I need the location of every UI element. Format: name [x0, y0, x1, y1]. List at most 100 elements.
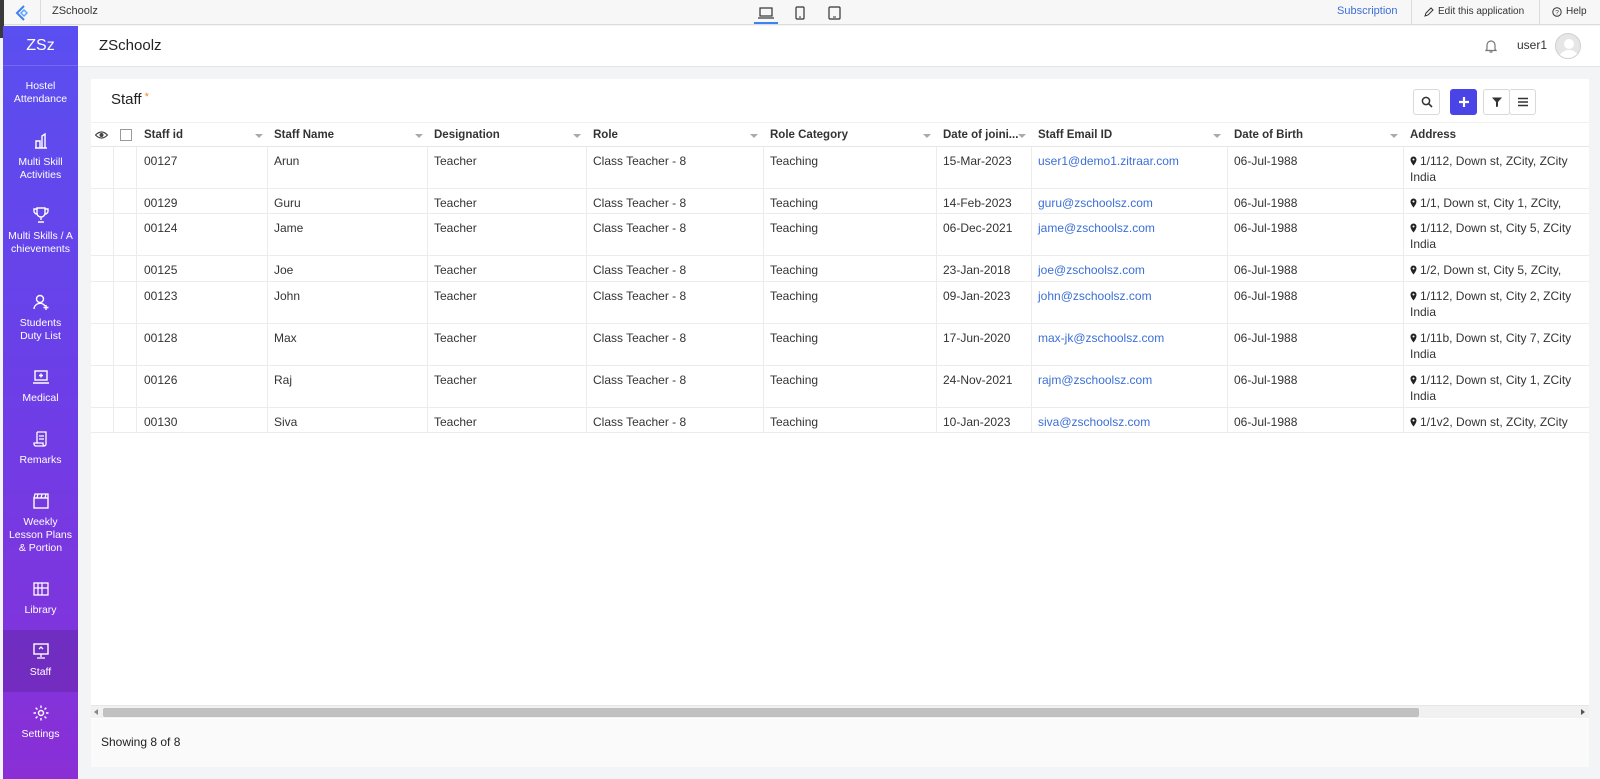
user-name[interactable]: user1	[1517, 38, 1547, 52]
filter-button[interactable]	[1483, 89, 1510, 115]
brand-logo[interactable]: ZSz	[3, 26, 78, 66]
sort-caret-icon[interactable]	[1213, 134, 1221, 138]
avatar[interactable]	[1555, 33, 1581, 59]
cell-role: Class Teacher - 8	[593, 263, 687, 277]
sort-caret-icon[interactable]	[1390, 134, 1398, 138]
table-row[interactable]: 00130 Siva Teacher Class Teacher - 8 Tea…	[91, 408, 1589, 433]
sidebar-item-weekly-lesson-plans[interactable]: Weekly Lesson Plans & Portion	[3, 492, 78, 555]
cell-email-link[interactable]: john@zschoolsz.com	[1038, 288, 1152, 304]
subscription-link[interactable]: Subscription	[1337, 5, 1398, 17]
sidebar: ZSz Hostel Attendance Multi Skill Activi…	[3, 26, 78, 779]
laptop-icon[interactable]	[754, 2, 778, 24]
column-header-staff-id[interactable]: Staff id	[144, 123, 183, 148]
monitor-icon	[32, 643, 49, 659]
table-row[interactable]: 00128 Max Teacher Class Teacher - 8 Teac…	[91, 324, 1589, 366]
address-text: 1/112, Down st, ZCity, ZCity India	[1410, 154, 1568, 184]
column-header-role[interactable]: Role	[593, 123, 618, 148]
cell-address[interactable]: 1/112, Down st, City 1, ZCity India	[1410, 372, 1580, 404]
column-header-staff-name[interactable]: Staff Name	[274, 123, 334, 148]
sidebar-item-staff[interactable]: Staff	[3, 630, 78, 692]
column-header-designation[interactable]: Designation	[434, 123, 500, 148]
tablet-icon[interactable]	[824, 2, 844, 24]
cell-address[interactable]: 1/1, Down st, City 1, ZCity,	[1410, 195, 1580, 211]
table-row[interactable]: 00123 John Teacher Class Teacher - 8 Tea…	[91, 282, 1589, 324]
phone-icon[interactable]	[790, 2, 810, 24]
sidebar-item-hostel-attendance[interactable]: Hostel Attendance	[3, 80, 78, 106]
sidebar-item-label: Hostel Attendance	[13, 80, 68, 105]
cell-date-of-joining: 23-Jan-2018	[943, 263, 1011, 277]
address-text: 1/1v2, Down st, ZCity, ZCity	[1420, 415, 1568, 429]
sidebar-item-multi-skills-achievements[interactable]: Multi Skills / Achievements	[3, 206, 78, 256]
add-staff-button[interactable]	[1450, 89, 1477, 115]
cell-staff-id: 00127	[144, 154, 178, 168]
address-text: 1/112, Down st, City 5, ZCity India	[1410, 221, 1572, 251]
divider	[1411, 0, 1412, 25]
sidebar-item-multi-skill-activities[interactable]: Multi Skill Activities	[3, 132, 78, 182]
cell-designation: Teacher	[434, 221, 477, 235]
cell-email-link[interactable]: max-jk@zschoolsz.com	[1038, 330, 1164, 346]
cell-address[interactable]: 1/112, Down st, City 2, ZCity India	[1410, 288, 1580, 320]
cell-email-link[interactable]: jame@zschoolsz.com	[1038, 220, 1155, 236]
select-all-checkbox[interactable]	[120, 129, 132, 141]
scroll-icon	[32, 431, 47, 447]
cell-address[interactable]: 1/2, Down st, City 5, ZCity,	[1410, 262, 1580, 278]
sidebar-item-label: Students Duty List	[19, 317, 62, 342]
cell-email-link[interactable]: guru@zschoolsz.com	[1038, 195, 1153, 211]
column-header-date-of-birth[interactable]: Date of Birth	[1234, 123, 1303, 148]
column-header-date-of-joining[interactable]: Date of joini...	[943, 123, 1018, 148]
sidebar-item-students-duty-list[interactable]: Students Duty List	[3, 293, 78, 343]
table-row[interactable]: 00127 Arun Teacher Class Teacher - 8 Tea…	[91, 147, 1589, 189]
cell-email-link[interactable]: rajm@zschoolsz.com	[1038, 372, 1152, 388]
sort-caret-icon[interactable]	[750, 134, 758, 138]
cell-address[interactable]: 1/112, Down st, ZCity, ZCity India	[1410, 153, 1580, 185]
more-options-button[interactable]	[1509, 89, 1536, 115]
table-row[interactable]: 00126 Raj Teacher Class Teacher - 8 Teac…	[91, 366, 1589, 408]
table-row[interactable]: 00129 Guru Teacher Class Teacher - 8 Tea…	[91, 189, 1589, 214]
sidebar-item-medical[interactable]: Medical	[3, 368, 78, 405]
sort-caret-icon[interactable]	[1018, 134, 1026, 138]
scroll-right-arrow-icon[interactable]	[1581, 709, 1585, 715]
cell-address[interactable]: 1/1v2, Down st, ZCity, ZCity	[1410, 414, 1580, 430]
help-button[interactable]: ? Help	[1552, 6, 1587, 17]
location-pin-icon	[1410, 375, 1417, 385]
staff-report-card: Staff * Staff id Staff Name Designation R…	[91, 79, 1589, 767]
sidebar-item-library[interactable]: Library	[3, 580, 78, 617]
cell-email-link[interactable]: user1@demo1.zitraar.com	[1038, 153, 1179, 169]
eye-icon[interactable]	[95, 130, 108, 140]
cell-staff-name: Raj	[274, 373, 293, 387]
edit-application-button[interactable]: Edit this application	[1424, 6, 1524, 17]
gear-icon	[33, 705, 48, 721]
scrollbar-thumb[interactable]	[103, 708, 1419, 717]
table-row[interactable]: 00124 Jame Teacher Class Teacher - 8 Tea…	[91, 214, 1589, 256]
column-header-address[interactable]: Address	[1410, 123, 1456, 148]
cell-email-link[interactable]: siva@zschoolsz.com	[1038, 414, 1150, 430]
cell-email-link[interactable]: joe@zschoolsz.com	[1038, 262, 1145, 278]
location-pin-icon	[1410, 223, 1417, 233]
horizontal-scrollbar[interactable]	[91, 705, 1589, 718]
column-header-role-category[interactable]: Role Category	[770, 123, 848, 148]
bell-icon[interactable]	[1483, 38, 1499, 54]
cell-date-of-birth: 06-Jul-1988	[1234, 263, 1298, 277]
cell-address[interactable]: 1/112, Down st, City 5, ZCity India	[1410, 220, 1580, 252]
sort-caret-icon[interactable]	[255, 134, 263, 138]
location-pin-icon	[1410, 198, 1417, 208]
cell-staff-name: John	[274, 289, 301, 303]
user-avatar-icon	[1559, 39, 1579, 58]
app-title: ZSchoolz	[99, 37, 162, 54]
app-logo-icon[interactable]	[14, 4, 32, 22]
column-header-staff-email[interactable]: Staff Email ID	[1038, 123, 1112, 148]
search-button[interactable]	[1413, 89, 1440, 115]
sort-caret-icon[interactable]	[573, 134, 581, 138]
table-row[interactable]: 00125 Joe Teacher Class Teacher - 8 Teac…	[91, 256, 1589, 282]
cell-role: Class Teacher - 8	[593, 373, 687, 387]
cell-date-of-birth: 06-Jul-1988	[1234, 196, 1298, 210]
cell-address[interactable]: 1/11b, Down st, City 7, ZCity India	[1410, 330, 1580, 362]
sidebar-item-remarks[interactable]: Remarks	[3, 430, 78, 467]
sort-caret-icon[interactable]	[415, 134, 423, 138]
scroll-left-arrow-icon[interactable]	[94, 709, 98, 715]
cell-role: Class Teacher - 8	[593, 154, 687, 168]
cell-date-of-joining: 15-Mar-2023	[943, 154, 1012, 168]
sidebar-item-label: Library	[24, 604, 57, 616]
sidebar-item-settings[interactable]: Settings	[3, 704, 78, 741]
sort-caret-icon[interactable]	[923, 134, 931, 138]
